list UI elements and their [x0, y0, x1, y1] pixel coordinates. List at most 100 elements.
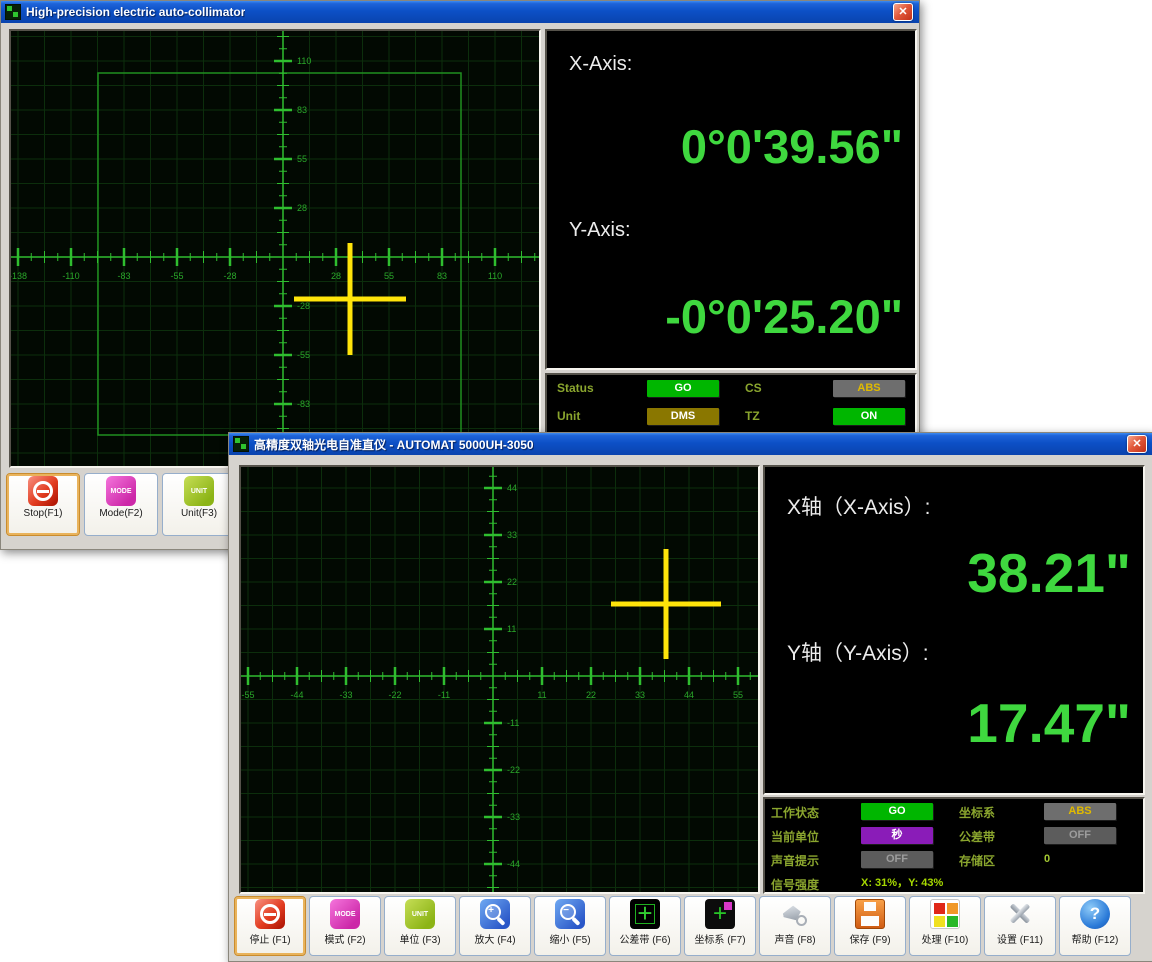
icon-text: UNIT	[184, 476, 214, 506]
button-coords[interactable]: 坐标系 (F7)	[684, 896, 756, 956]
button-settings[interactable]: 设置 (F11)	[984, 896, 1056, 956]
button-stop[interactable]: Stop(F1)	[6, 473, 80, 536]
button-unit[interactable]: UNIT Unit(F3)	[162, 473, 236, 536]
svg-text:-55: -55	[241, 690, 254, 700]
status-row: 当前单位秒公差带OFF	[765, 825, 1143, 847]
settings-icon	[1005, 899, 1035, 929]
svg-text:55: 55	[297, 154, 307, 164]
svg-text:-28: -28	[223, 271, 236, 281]
button-zoom-out[interactable]: − 缩小 (F5)	[534, 896, 606, 956]
status-badge: DMS	[647, 408, 719, 425]
toolbar: 停止 (F1) MODE 模式 (F2) UNIT单位 (F3) + 放大 (F4) − 缩小…	[234, 896, 1131, 956]
svg-text:-33: -33	[339, 690, 352, 700]
status-row: StatusGOCSABS	[547, 378, 915, 403]
status-badge: GO	[861, 803, 933, 820]
button-process[interactable]: 处理 (F10)	[909, 896, 981, 956]
status-badge: 0	[1044, 851, 1050, 868]
svg-text:-83: -83	[117, 271, 130, 281]
svg-text:28: 28	[297, 203, 307, 213]
status-label: 信号强度	[771, 876, 819, 893]
status-badge: GO	[647, 380, 719, 397]
svg-text:-55: -55	[297, 350, 310, 360]
button-stop[interactable]: 停止 (F1)	[234, 896, 306, 956]
titlebar[interactable]: High-precision electric auto-collimator …	[1, 1, 919, 23]
status-label: 当前单位	[771, 828, 819, 845]
tolerance-box	[98, 73, 461, 435]
button-sound[interactable]: 声音 (F8)	[759, 896, 831, 956]
svg-text:-22: -22	[388, 690, 401, 700]
button-label: 放大 (F4)	[474, 931, 515, 946]
svg-text:33: 33	[635, 690, 645, 700]
x-axis-value: 38.21"	[967, 541, 1131, 605]
help-icon	[1080, 899, 1110, 929]
icon-sign: +	[485, 904, 497, 916]
button-label: 保存 (F9)	[849, 931, 890, 946]
svg-text:83: 83	[437, 271, 447, 281]
svg-text:11: 11	[537, 690, 546, 700]
button-label: 声音 (F8)	[774, 931, 815, 946]
button-save[interactable]: 保存 (F9)	[834, 896, 906, 956]
save-icon	[855, 899, 885, 929]
status-label: CS	[745, 381, 762, 395]
close-button[interactable]: ✕	[893, 3, 913, 21]
status-row: 信号强度 X: 31%，Y: 43%	[765, 873, 1143, 894]
window-title: High-precision electric auto-collimator	[26, 5, 245, 19]
button-label: Mode(F2)	[99, 508, 142, 519]
button-label: 缩小 (F5)	[549, 931, 590, 946]
mode-icon: MODE	[330, 899, 360, 929]
y-axis-label: Y-Axis:	[569, 219, 631, 242]
button-unit[interactable]: UNIT单位 (F3)	[384, 896, 456, 956]
button-mode[interactable]: MODE 模式 (F2)	[309, 896, 381, 956]
svg-text:-55: -55	[170, 271, 183, 281]
status-label: 坐标系	[959, 804, 995, 821]
svg-text:-138: -138	[11, 271, 27, 281]
button-tolerance[interactable]: 公差带 (F6)	[609, 896, 681, 956]
svg-text:11: 11	[507, 624, 516, 634]
unit-icon: UNIT	[184, 476, 214, 506]
status-row: 声音提示OFF存储区0	[765, 849, 1143, 871]
readout-panel: X轴（X-Axis）: 38.21" Y轴（Y-Axis）: 17.47"	[763, 465, 1145, 795]
status-badge: 秒	[861, 827, 933, 844]
app-icon	[233, 436, 249, 452]
button-label: 帮助 (F12)	[1072, 931, 1119, 946]
svg-text:-44: -44	[290, 690, 303, 700]
readout-panel: X-Axis: 0°0'39.56" Y-Axis: -0°0'25.20"	[545, 29, 917, 370]
stop-icon	[28, 476, 58, 506]
svg-text:44: 44	[507, 483, 517, 493]
button-label: 处理 (F10)	[922, 931, 969, 946]
status-label: 存储区	[959, 852, 995, 869]
svg-text:22: 22	[507, 577, 517, 587]
icon-text: UNIT	[405, 899, 435, 929]
process-icon	[930, 899, 960, 929]
status-panel: 工作状态GO坐标系ABS当前单位秒公差带OFF声音提示OFF存储区0信号强度X:…	[763, 797, 1145, 894]
button-label: 坐标系 (F7)	[694, 931, 745, 946]
svg-text:33: 33	[507, 530, 517, 540]
button-mode[interactable]: MODE Mode(F2)	[84, 473, 158, 536]
svg-text:-110: -110	[62, 271, 79, 281]
titlebar[interactable]: 高精度双轴光电自准直仪 - AUTOMAT 5000UH-3050 ✕	[229, 433, 1152, 455]
status-label: 公差带	[959, 828, 995, 845]
svg-text:110: 110	[488, 271, 502, 281]
status-label: Status	[557, 381, 594, 395]
status-row: 工作状态GO坐标系ABS	[765, 801, 1143, 823]
scope-display: -138-110-83-55-28285583110138110835528-2…	[9, 29, 541, 468]
svg-text:83: 83	[297, 105, 307, 115]
close-button[interactable]: ✕	[1127, 435, 1147, 453]
window-title: 高精度双轴光电自准直仪 - AUTOMAT 5000UH-3050	[254, 436, 534, 453]
svg-text:22: 22	[586, 690, 596, 700]
window-chinese-collimator: 高精度双轴光电自准直仪 - AUTOMAT 5000UH-3050 ✕ -55 -…	[228, 432, 1152, 962]
status-badge: OFF	[861, 851, 933, 868]
scope-display: -55-44-33-22-11112233445544332211-11-22-…	[239, 465, 760, 894]
svg-text:-83: -83	[297, 399, 310, 409]
status-badge: X: 31%，Y: 43%	[861, 875, 943, 892]
button-help[interactable]: 帮助 (F12)	[1059, 896, 1131, 956]
unit-icon: UNIT	[405, 899, 435, 929]
icon-sign: −	[560, 904, 572, 916]
button-zoom-in[interactable]: + 放大 (F4)	[459, 896, 531, 956]
icon-text: MODE	[106, 476, 136, 506]
x-axis-value: 0°0'39.56"	[681, 119, 903, 174]
button-label: Unit(F3)	[181, 508, 217, 519]
button-label: 设置 (F11)	[997, 931, 1043, 946]
button-label: 停止 (F1)	[249, 931, 290, 946]
button-label: 模式 (F2)	[324, 931, 365, 946]
